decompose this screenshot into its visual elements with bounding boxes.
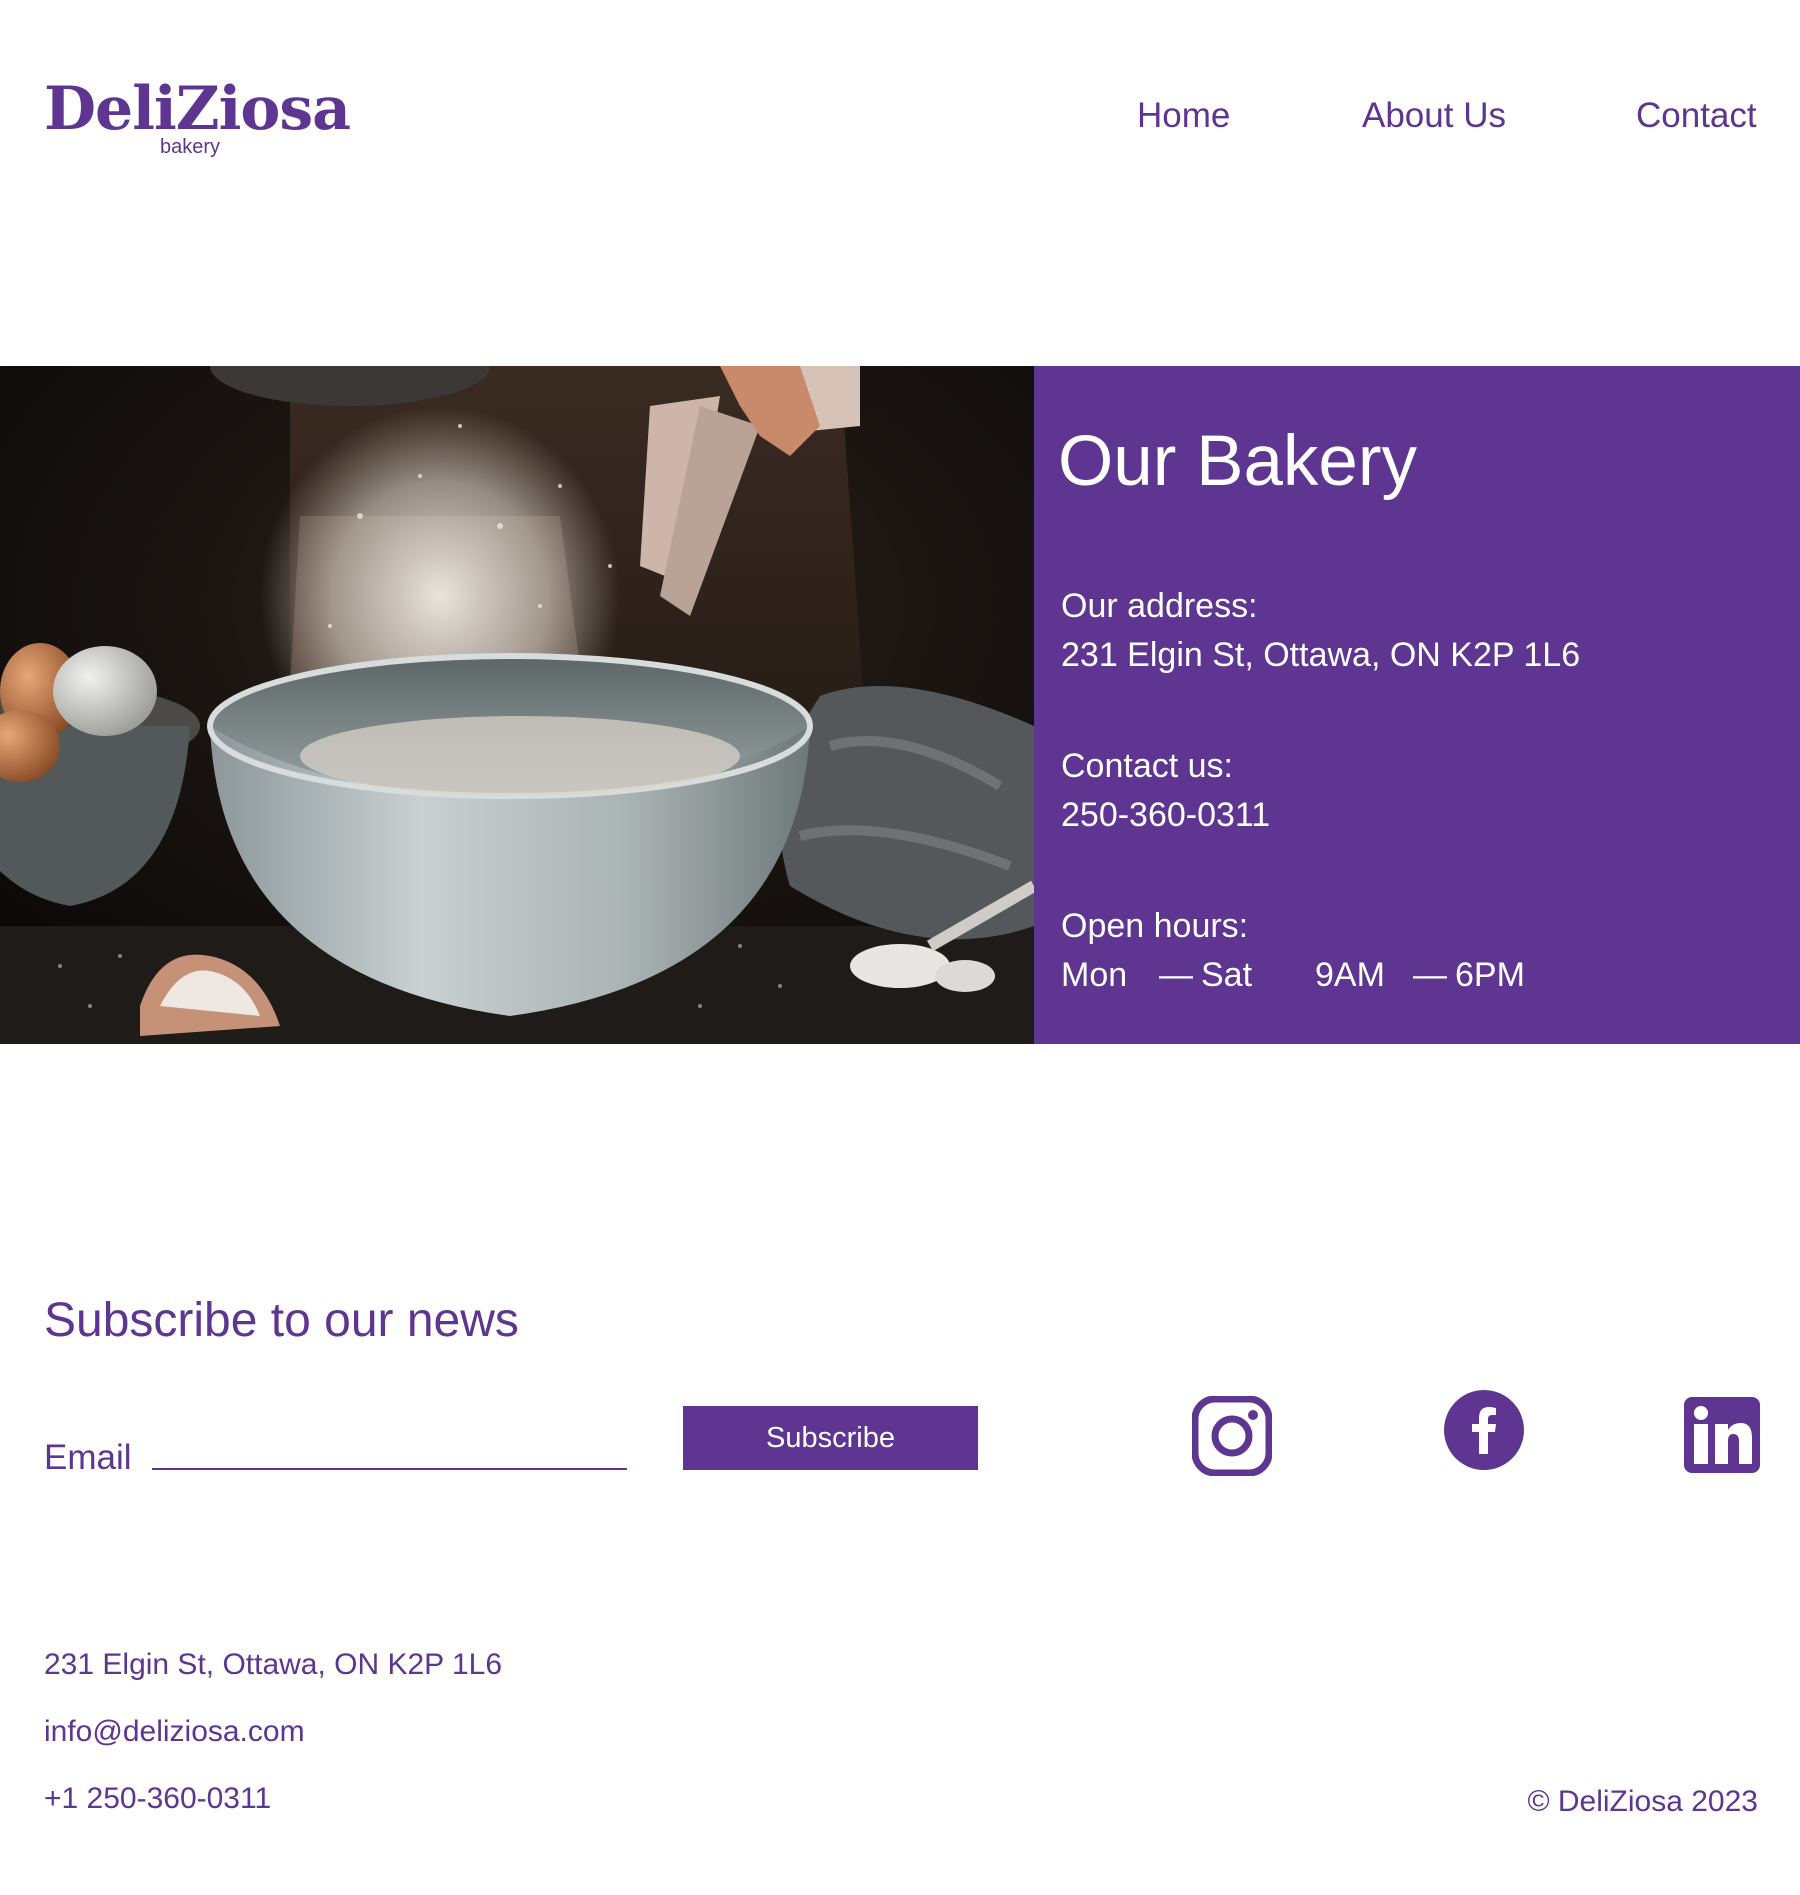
hours-day-separator: — — [1159, 956, 1193, 994]
address-value: 231 Elgin St, Ottawa, ON K2P 1L6 — [1061, 636, 1581, 674]
hours-label: Open hours: — [1061, 907, 1249, 945]
subscribe-title: Subscribe to our news — [44, 1294, 519, 1347]
subscribe-button[interactable]: Subscribe — [683, 1406, 978, 1470]
hours-day-start: Mon — [1061, 956, 1128, 994]
copyright: © DeliZiosa 2023 — [1527, 1785, 1758, 1818]
hero-photo — [0, 366, 1034, 1044]
site-header: DeliZiosa bakery Home About Us Contact — [0, 0, 1800, 230]
phone-value[interactable]: 250-360-0311 — [1061, 795, 1270, 835]
footer-phone-link[interactable]: +1 250-360-0311 — [44, 1781, 271, 1817]
hours-close-time: 6PM — [1455, 956, 1525, 994]
flour-sifting-photo — [0, 366, 1034, 1044]
hours-open-time: 9AM — [1315, 956, 1385, 994]
facebook-icon[interactable] — [1444, 1390, 1524, 1470]
nav-contact[interactable]: Contact — [1636, 96, 1757, 136]
logo-tagline: bakery — [159, 136, 221, 158]
hours-day-end: Sat — [1201, 956, 1253, 994]
footer-address: 231 Elgin St, Ottawa, ON K2P 1L6 — [44, 1648, 503, 1681]
footer-email-link[interactable]: info@deliziosa.com — [44, 1714, 305, 1750]
instagram-icon[interactable] — [1192, 1396, 1272, 1476]
hero-section: Our Bakery Our address: 231 Elgin St, Ot… — [0, 366, 1800, 1044]
logo-wordmark: DeliZiosa — [44, 74, 351, 144]
nav-about-us[interactable]: About Us — [1362, 96, 1506, 136]
email-label: Email — [44, 1438, 132, 1477]
info-title: Our Bakery — [1058, 422, 1418, 501]
address-label: Our address: — [1061, 587, 1258, 625]
email-input[interactable] — [152, 1430, 627, 1470]
logo[interactable]: DeliZiosa bakery — [44, 74, 351, 164]
bakery-info-panel: Our Bakery Our address: 231 Elgin St, Ot… — [1034, 366, 1800, 1044]
linkedin-icon[interactable] — [1682, 1395, 1762, 1475]
contact-label: Contact us: — [1061, 747, 1233, 785]
nav-home[interactable]: Home — [1137, 96, 1230, 136]
hours-time-separator: — — [1413, 956, 1447, 994]
